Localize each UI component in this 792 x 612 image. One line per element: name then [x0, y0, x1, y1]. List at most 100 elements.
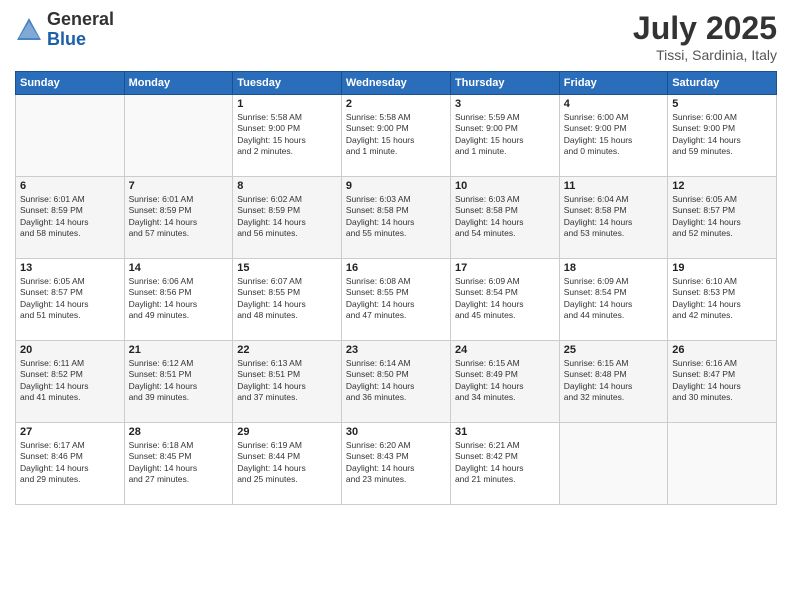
table-row [668, 423, 777, 505]
table-row: 5 Sunrise: 6:00 AM Sunset: 9:00 PM Daylig… [668, 95, 777, 177]
day-number: 21 [129, 344, 229, 356]
col-wednesday: Wednesday [341, 72, 450, 95]
month-title: July 2025 [633, 10, 777, 47]
table-row: 3 Sunrise: 5:59 AM Sunset: 9:00 PM Daylig… [450, 95, 559, 177]
day-number: 6 [20, 180, 120, 192]
day-info: Sunrise: 6:17 AM Sunset: 8:46 PM Dayligh… [20, 440, 120, 486]
day-info: Sunrise: 6:03 AM Sunset: 8:58 PM Dayligh… [455, 194, 555, 240]
calendar-week-row: 20 Sunrise: 6:11 AM Sunset: 8:52 PM Dayli… [16, 341, 777, 423]
table-row: 21 Sunrise: 6:12 AM Sunset: 8:51 PM Dayli… [124, 341, 233, 423]
day-info: Sunrise: 6:13 AM Sunset: 8:51 PM Dayligh… [237, 358, 337, 404]
day-info: Sunrise: 6:07 AM Sunset: 8:55 PM Dayligh… [237, 276, 337, 322]
table-row: 9 Sunrise: 6:03 AM Sunset: 8:58 PM Daylig… [341, 177, 450, 259]
day-number: 25 [564, 344, 663, 356]
logo-blue-text: Blue [47, 30, 114, 50]
calendar-week-row: 6 Sunrise: 6:01 AM Sunset: 8:59 PM Daylig… [16, 177, 777, 259]
day-info: Sunrise: 6:03 AM Sunset: 8:58 PM Dayligh… [346, 194, 446, 240]
day-number: 23 [346, 344, 446, 356]
day-info: Sunrise: 6:21 AM Sunset: 8:42 PM Dayligh… [455, 440, 555, 486]
day-number: 17 [455, 262, 555, 274]
table-row: 23 Sunrise: 6:14 AM Sunset: 8:50 PM Dayli… [341, 341, 450, 423]
day-info: Sunrise: 6:09 AM Sunset: 8:54 PM Dayligh… [564, 276, 663, 322]
day-number: 2 [346, 98, 446, 110]
table-row: 28Sunrise: 6:18 AM Sunset: 8:45 PM Dayli… [124, 423, 233, 505]
table-row: 12 Sunrise: 6:05 AM Sunset: 8:57 PM Dayli… [668, 177, 777, 259]
logo-icon [15, 16, 43, 44]
table-row: 29 Sunrise: 6:19 AM Sunset: 8:44 PM Dayli… [233, 423, 342, 505]
day-info: Sunrise: 6:02 AM Sunset: 8:59 PM Dayligh… [237, 194, 337, 240]
day-number: 29 [237, 426, 337, 438]
day-info: Sunrise: 6:06 AM Sunset: 8:56 PM Dayligh… [129, 276, 229, 322]
calendar-week-row: 1 Sunrise: 5:58 AM Sunset: 9:00 PM Daylig… [16, 95, 777, 177]
day-number: 30 [346, 426, 446, 438]
table-row: 11 Sunrise: 6:04 AM Sunset: 8:58 PM Dayli… [559, 177, 667, 259]
table-row: 4Sunrise: 6:00 AM Sunset: 9:00 PM Daylig… [559, 95, 667, 177]
title-block: July 2025 Tissi, Sardinia, Italy [633, 10, 777, 63]
day-number: 31 [455, 426, 555, 438]
day-info: Sunrise: 6:15 AM Sunset: 8:48 PM Dayligh… [564, 358, 663, 404]
table-row: 18 Sunrise: 6:09 AM Sunset: 8:54 PM Dayli… [559, 259, 667, 341]
day-info: Sunrise: 6:12 AM Sunset: 8:51 PM Dayligh… [129, 358, 229, 404]
day-info: Sunrise: 6:16 AM Sunset: 8:47 PM Dayligh… [672, 358, 772, 404]
day-number: 11 [564, 180, 663, 192]
day-info: Sunrise: 6:08 AM Sunset: 8:55 PM Dayligh… [346, 276, 446, 322]
day-number: 3 [455, 98, 555, 110]
day-info: Sunrise: 6:11 AM Sunset: 8:52 PM Dayligh… [20, 358, 120, 404]
page: General Blue July 2025 Tissi, Sardinia, … [0, 0, 792, 612]
table-row: 16 Sunrise: 6:08 AM Sunset: 8:55 PM Dayli… [341, 259, 450, 341]
day-number: 18 [564, 262, 663, 274]
table-row: 15Sunrise: 6:07 AM Sunset: 8:55 PM Dayli… [233, 259, 342, 341]
logo-text: General Blue [47, 10, 114, 50]
col-friday: Friday [559, 72, 667, 95]
day-number: 20 [20, 344, 120, 356]
day-info: Sunrise: 5:58 AM Sunset: 9:00 PM Dayligh… [237, 112, 337, 158]
day-number: 28 [129, 426, 229, 438]
day-number: 22 [237, 344, 337, 356]
col-thursday: Thursday [450, 72, 559, 95]
day-info: Sunrise: 5:58 AM Sunset: 9:00 PM Dayligh… [346, 112, 446, 158]
header: General Blue July 2025 Tissi, Sardinia, … [15, 10, 777, 63]
table-row: 10 Sunrise: 6:03 AM Sunset: 8:58 PM Dayli… [450, 177, 559, 259]
logo-general-text: General [47, 10, 114, 30]
day-number: 13 [20, 262, 120, 274]
table-row: 19 Sunrise: 6:10 AM Sunset: 8:53 PM Dayli… [668, 259, 777, 341]
day-number: 24 [455, 344, 555, 356]
day-number: 16 [346, 262, 446, 274]
day-number: 27 [20, 426, 120, 438]
col-saturday: Saturday [668, 72, 777, 95]
table-row: 17Sunrise: 6:09 AM Sunset: 8:54 PM Dayli… [450, 259, 559, 341]
day-info: Sunrise: 6:04 AM Sunset: 8:58 PM Dayligh… [564, 194, 663, 240]
day-number: 1 [237, 98, 337, 110]
day-info: Sunrise: 6:00 AM Sunset: 9:00 PM Dayligh… [564, 112, 663, 158]
calendar-header-row: Sunday Monday Tuesday Wednesday Thursday… [16, 72, 777, 95]
day-info: Sunrise: 6:14 AM Sunset: 8:50 PM Dayligh… [346, 358, 446, 404]
table-row: 24 Sunrise: 6:15 AM Sunset: 8:49 PM Dayli… [450, 341, 559, 423]
day-info: Sunrise: 5:59 AM Sunset: 9:00 PM Dayligh… [455, 112, 555, 158]
day-number: 19 [672, 262, 772, 274]
day-info: Sunrise: 6:15 AM Sunset: 8:49 PM Dayligh… [455, 358, 555, 404]
day-number: 12 [672, 180, 772, 192]
logo: General Blue [15, 10, 114, 50]
day-info: Sunrise: 6:05 AM Sunset: 8:57 PM Dayligh… [672, 194, 772, 240]
day-info: Sunrise: 6:19 AM Sunset: 8:44 PM Dayligh… [237, 440, 337, 486]
day-info: Sunrise: 6:00 AM Sunset: 9:00 PM Dayligh… [672, 112, 772, 158]
table-row [16, 95, 125, 177]
day-number: 10 [455, 180, 555, 192]
calendar-week-row: 13Sunrise: 6:05 AM Sunset: 8:57 PM Dayli… [16, 259, 777, 341]
table-row: 13Sunrise: 6:05 AM Sunset: 8:57 PM Dayli… [16, 259, 125, 341]
location: Tissi, Sardinia, Italy [633, 47, 777, 63]
table-row: 26 Sunrise: 6:16 AM Sunset: 8:47 PM Dayli… [668, 341, 777, 423]
day-number: 5 [672, 98, 772, 110]
col-sunday: Sunday [16, 72, 125, 95]
table-row: 14 Sunrise: 6:06 AM Sunset: 8:56 PM Dayli… [124, 259, 233, 341]
day-info: Sunrise: 6:10 AM Sunset: 8:53 PM Dayligh… [672, 276, 772, 322]
day-info: Sunrise: 6:20 AM Sunset: 8:43 PM Dayligh… [346, 440, 446, 486]
table-row: 8Sunrise: 6:02 AM Sunset: 8:59 PM Daylig… [233, 177, 342, 259]
day-number: 9 [346, 180, 446, 192]
table-row: 6Sunrise: 6:01 AM Sunset: 8:59 PM Daylig… [16, 177, 125, 259]
day-number: 26 [672, 344, 772, 356]
col-tuesday: Tuesday [233, 72, 342, 95]
day-info: Sunrise: 6:01 AM Sunset: 8:59 PM Dayligh… [129, 194, 229, 240]
table-row [124, 95, 233, 177]
day-number: 14 [129, 262, 229, 274]
